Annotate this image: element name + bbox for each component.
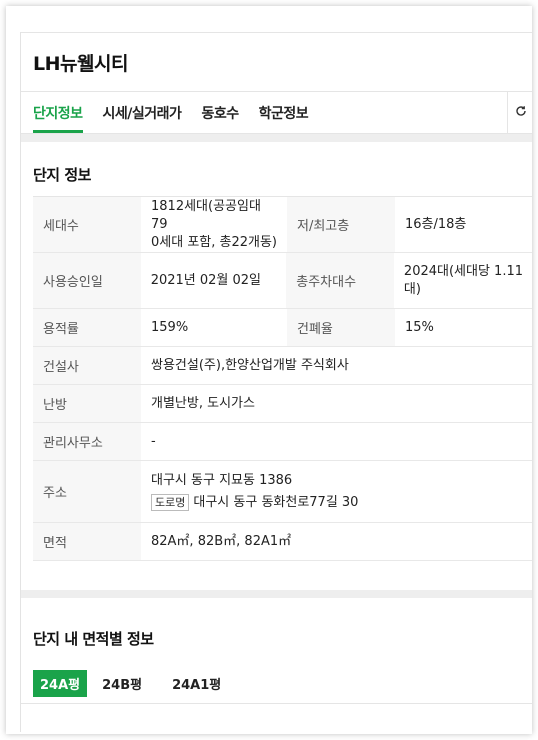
households-value-line1: 1812세대(공공임대 79: [151, 198, 261, 232]
table-row: 난방 개별난방, 도시가스: [33, 385, 532, 423]
table-row: 건설사 쌍용건설(주),한양산업개발 주식회사: [33, 347, 532, 385]
tab-price[interactable]: 시세/실거래가: [103, 92, 182, 133]
road-name-tag: 도로명: [151, 493, 190, 511]
parking-value-line2: 대): [403, 281, 421, 297]
builder-value: 쌍용건설(주),한양산업개발 주식회사: [151, 357, 349, 373]
office-value: -: [151, 433, 156, 449]
tab-units[interactable]: 동호수: [201, 92, 239, 133]
office-label: 관리사무소: [33, 423, 141, 460]
households-value-line2: 0세대 포함, 총22개동): [151, 234, 278, 250]
table-row: 세대수 1812세대(공공임대 79 0세대 포함, 총22개동) 저/최고층 …: [33, 197, 532, 253]
table-row: 면적 82A㎡, 82B㎡, 82A1㎡: [33, 523, 532, 561]
area-tab-24b[interactable]: 24B평: [95, 670, 149, 697]
road-address: 대구시 동구 동화천로77길 30: [193, 494, 359, 510]
complex-panel: LH뉴웰시티 단지정보 시세/실거래가 동호수 학군정보 단지 정보 세대수 1…: [20, 32, 532, 732]
tab-bar: 단지정보 시세/실거래가 동호수 학군정보: [21, 92, 532, 134]
tab-complex-info[interactable]: 단지정보: [33, 92, 83, 133]
area-label: 면적: [33, 523, 141, 560]
lot-address: 대구시 동구 지묘동 1386: [151, 472, 293, 488]
table-row: 관리사무소 -: [33, 423, 532, 461]
section-divider: [21, 134, 532, 142]
table-row: 사용승인일 2021년 02월 02일 총주차대수 2024대(세대당 1.11…: [33, 253, 532, 309]
bcr-value: 15%: [405, 319, 434, 335]
screenshot-frame: LH뉴웰시티 단지정보 시세/실거래가 동호수 학군정보 단지 정보 세대수 1…: [6, 6, 532, 734]
floors-label: 저/최고층: [287, 197, 395, 252]
builder-label: 건설사: [33, 347, 141, 384]
parking-value: 2024대(세대당 1.11 대): [394, 253, 532, 308]
heating-label: 난방: [33, 385, 141, 422]
table-row: 주소 대구시 동구 지묘동 1386 도로명 대구시 동구 동화천로77길 30: [33, 461, 532, 523]
floors-value: 16층/18층: [405, 216, 467, 232]
title-bar: LH뉴웰시티: [21, 32, 532, 92]
area-value: 82A㎡, 82B㎡, 82A1㎡: [151, 533, 292, 549]
area-tab-24a1[interactable]: 24A1평: [165, 670, 228, 697]
far-label: 용적률: [33, 309, 141, 346]
refresh-button[interactable]: [507, 92, 532, 134]
approval-value: 2021년 02월 02일: [150, 272, 262, 288]
table-row: 용적률 159% 건폐율 15%: [33, 309, 532, 347]
section-divider: [21, 590, 532, 598]
address-label: 주소: [33, 461, 141, 522]
area-tab-bar: 24A평 24B평 24A1평: [33, 670, 244, 697]
refresh-icon: [515, 105, 527, 121]
divider: [21, 703, 532, 704]
tab-school[interactable]: 학군정보: [259, 92, 309, 133]
page-title: LH뉴웰시티: [33, 52, 128, 75]
road-address-line: 도로명 대구시 동구 동화천로77길 30: [151, 493, 359, 512]
far-value: 159%: [151, 319, 189, 335]
area-tab-24a[interactable]: 24A평: [33, 670, 88, 697]
area-info-title: 단지 내 면적별 정보: [33, 630, 154, 648]
households-value: 1812세대(공공임대 79 0세대 포함, 총22개동): [141, 197, 287, 252]
heating-value: 개별난방, 도시가스: [151, 395, 255, 411]
complex-info-title: 단지 정보: [33, 166, 91, 184]
complex-info-table: 세대수 1812세대(공공임대 79 0세대 포함, 총22개동) 저/최고층 …: [33, 196, 532, 561]
parking-label: 총주차대수: [286, 253, 394, 308]
approval-label: 사용승인일: [33, 253, 141, 308]
parking-value-line1: 2024대(세대당 1.11: [403, 263, 523, 279]
bcr-label: 건폐율: [287, 309, 395, 346]
address-value: 대구시 동구 지묘동 1386 도로명 대구시 동구 동화천로77길 30: [141, 461, 368, 522]
households-label: 세대수: [33, 197, 141, 252]
